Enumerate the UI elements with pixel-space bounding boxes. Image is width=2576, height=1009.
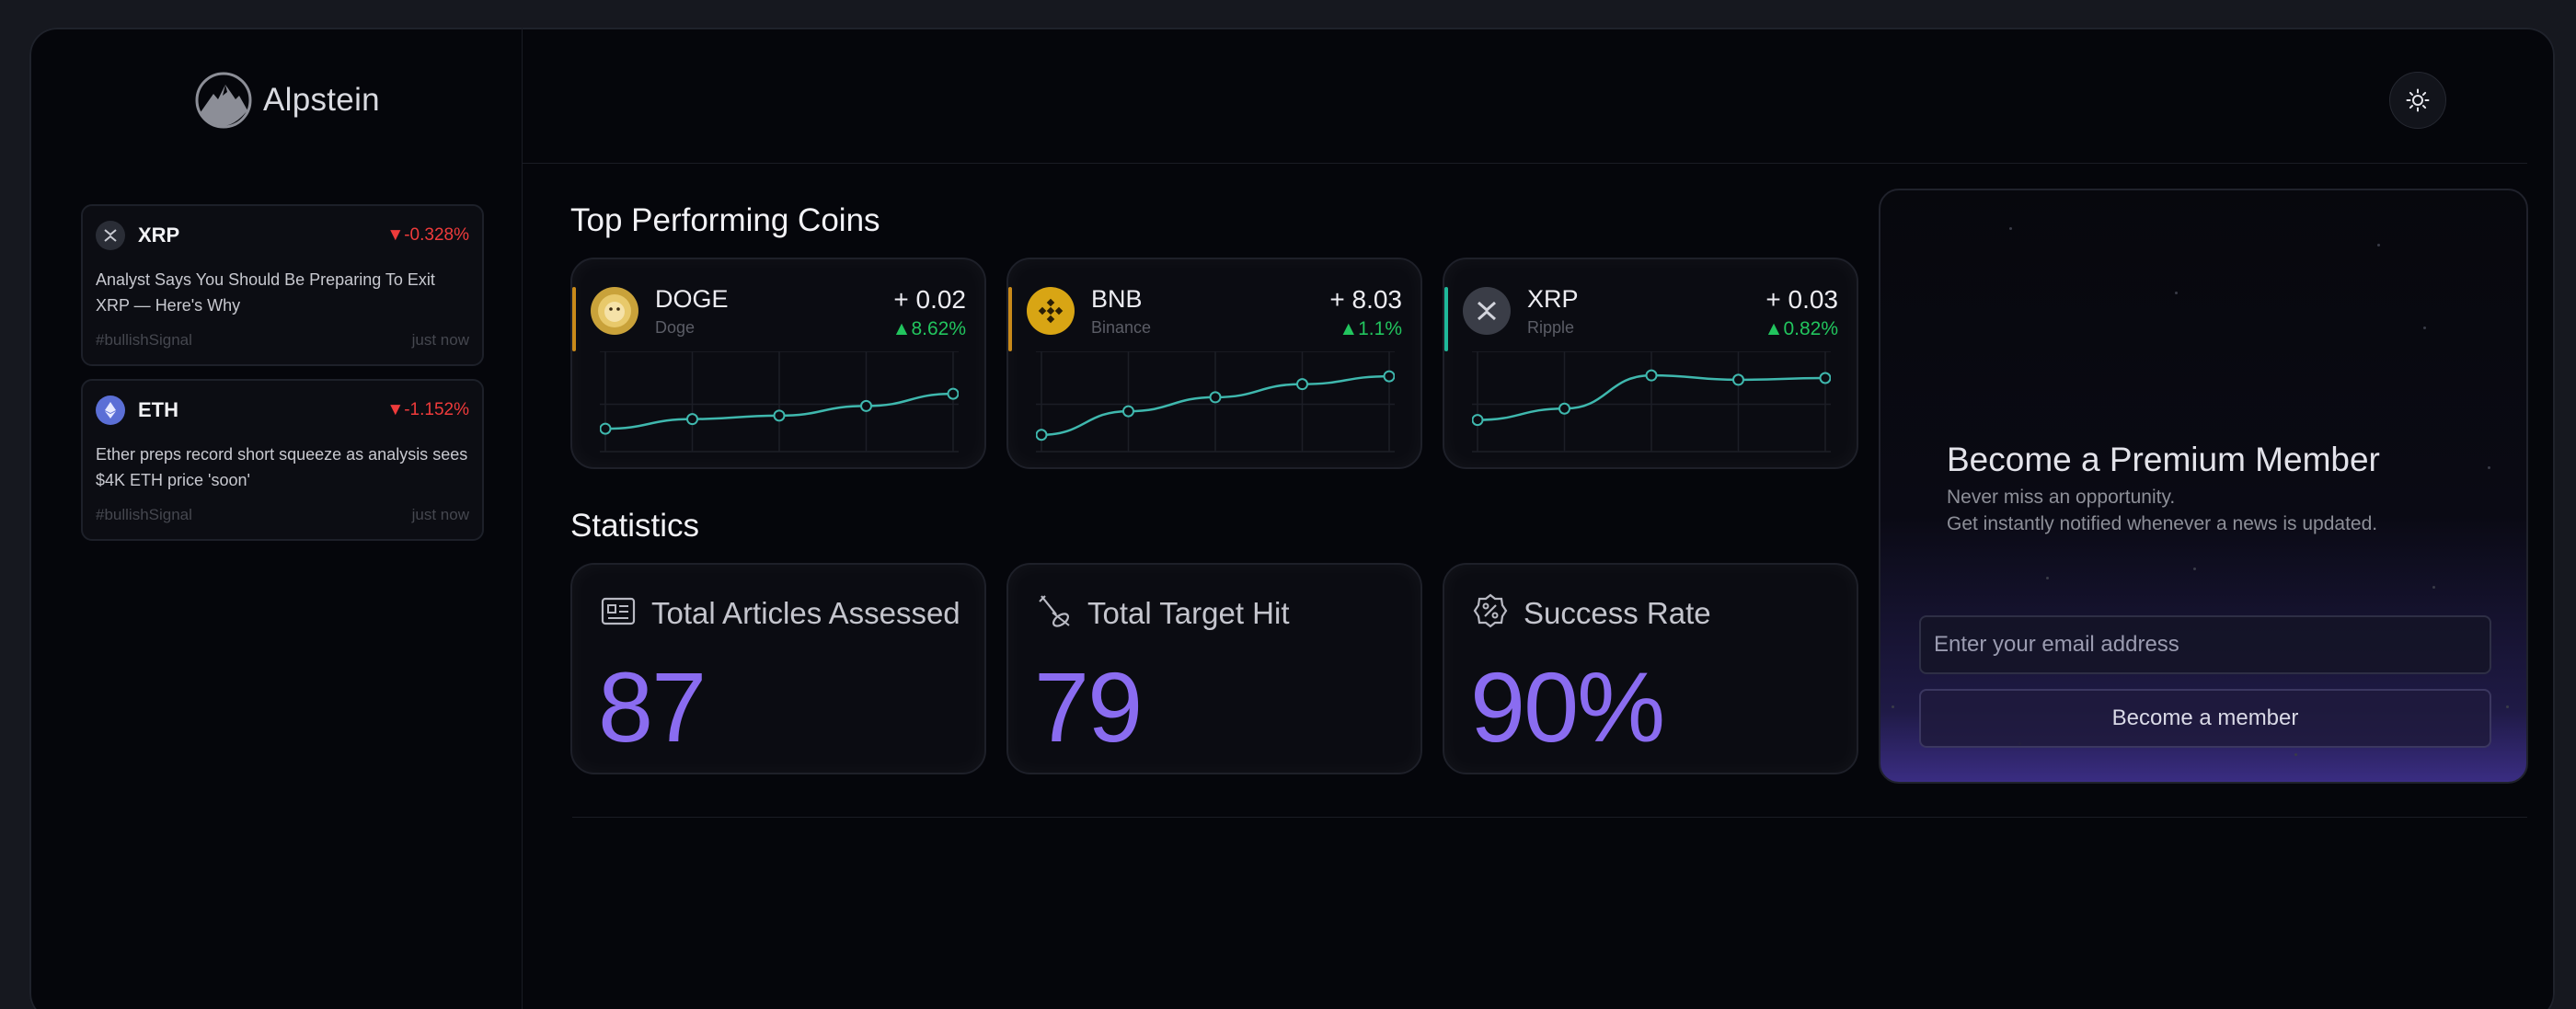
star-decoration bbox=[2488, 466, 2490, 469]
sparkline-chart bbox=[1472, 351, 1831, 453]
sun-icon bbox=[2406, 88, 2430, 112]
card-accent bbox=[572, 287, 576, 351]
news-time: just now bbox=[411, 506, 469, 523]
premium-subtitle: Get instantly notified whenever a news i… bbox=[1947, 513, 2378, 534]
theme-toggle-button[interactable] bbox=[2389, 72, 2446, 129]
news-tag[interactable]: #bullishSignal bbox=[96, 506, 192, 524]
star-decoration bbox=[2175, 292, 2178, 294]
coin-card-doge[interactable]: DOGE Doge + 0.02 ▲8.62% bbox=[570, 258, 986, 469]
mountain-logo-icon bbox=[195, 72, 252, 129]
news-headline: Ether preps record short squeeze as anal… bbox=[96, 445, 468, 489]
app-window: Alpstein XRP ▼-0.328% Analyst Says You S… bbox=[29, 28, 2555, 1009]
brand-name: Alpstein bbox=[263, 82, 380, 118]
stat-card-articles: Total Articles Assessed 87 bbox=[570, 563, 986, 774]
become-member-button[interactable]: Become a member bbox=[1919, 689, 2491, 748]
coin-delta: + 0.03 bbox=[1765, 285, 1838, 314]
sparkline-point bbox=[1472, 414, 1484, 427]
stat-label: Total Articles Assessed bbox=[651, 596, 960, 630]
news-time: just now bbox=[411, 331, 469, 349]
coin-delta: + 8.03 bbox=[1329, 285, 1402, 314]
stat-value: 87 bbox=[598, 651, 707, 762]
stat-card-success-rate: Success Rate 90% bbox=[1443, 563, 1858, 774]
premium-subtitle: Never miss an opportunity. bbox=[1947, 487, 2176, 508]
coin-percent: ▲1.1% bbox=[1339, 318, 1402, 339]
news-card[interactable]: XRP ▼-0.328% Analyst Says You Should Be … bbox=[81, 204, 484, 366]
sparkline-point bbox=[1209, 391, 1222, 404]
card-accent bbox=[1444, 287, 1448, 351]
top-coins-title: Top Performing Coins bbox=[570, 202, 880, 238]
news-tag[interactable]: #bullishSignal bbox=[96, 331, 192, 350]
coin-name: Doge bbox=[655, 318, 696, 337]
doge-icon bbox=[591, 287, 638, 335]
star-decoration bbox=[2423, 327, 2426, 329]
sparkline-point bbox=[1383, 370, 1395, 383]
news-change: ▼-1.152% bbox=[386, 400, 469, 419]
star-decoration bbox=[1892, 705, 1894, 708]
statistics-title: Statistics bbox=[570, 508, 700, 544]
coin-name: Binance bbox=[1091, 318, 1152, 337]
target-hit-icon bbox=[1039, 595, 1070, 627]
article-icon bbox=[601, 597, 636, 625]
star-decoration bbox=[2046, 577, 2049, 579]
eth-icon bbox=[96, 396, 125, 425]
premium-title: Become a Premium Member bbox=[1947, 441, 2380, 478]
sparkline-point bbox=[1296, 378, 1308, 391]
xrp-icon bbox=[96, 221, 125, 250]
bnb-icon bbox=[1027, 287, 1075, 335]
percent-badge-icon bbox=[1473, 593, 1508, 628]
sparkline-point bbox=[773, 409, 786, 422]
coin-delta: + 0.02 bbox=[893, 285, 966, 314]
coin-card-xrp[interactable]: XRP Ripple + 0.03 ▲0.82% bbox=[1443, 258, 1858, 469]
sparkline-chart bbox=[600, 351, 959, 453]
header-divider bbox=[523, 163, 2527, 164]
xrp-icon bbox=[1463, 287, 1511, 335]
stat-value: 79 bbox=[1034, 651, 1143, 762]
stat-label: Total Target Hit bbox=[1087, 596, 1290, 630]
sparkline-chart bbox=[1036, 351, 1395, 453]
star-decoration bbox=[2377, 244, 2380, 247]
sparkline-point bbox=[1819, 372, 1831, 384]
sparkline-point bbox=[1036, 429, 1048, 441]
coin-symbol: XRP bbox=[1527, 285, 1579, 313]
stat-card-target-hit: Total Target Hit 79 bbox=[1006, 563, 1422, 774]
sparkline-point bbox=[1122, 405, 1134, 418]
sparkline-point bbox=[686, 413, 698, 426]
sidebar: Alpstein XRP ▼-0.328% Analyst Says You S… bbox=[29, 28, 523, 1009]
stat-value: 90% bbox=[1470, 651, 1665, 762]
sparkline-point bbox=[1645, 369, 1658, 382]
stat-label: Success Rate bbox=[1524, 596, 1711, 630]
sparkline-point bbox=[1558, 402, 1570, 415]
star-decoration bbox=[2009, 227, 2012, 230]
news-symbol: XRP bbox=[138, 224, 180, 247]
coin-card-bnb[interactable]: BNB Binance + 8.03 ▲1.1% bbox=[1006, 258, 1422, 469]
content-divider bbox=[572, 817, 2527, 818]
news-change: ▼-0.328% bbox=[386, 225, 469, 245]
sparkline-point bbox=[600, 422, 612, 435]
email-input[interactable] bbox=[1919, 615, 2491, 674]
coin-name: Ripple bbox=[1527, 318, 1575, 337]
coin-percent: ▲8.62% bbox=[891, 318, 966, 339]
brand-logo[interactable]: Alpstein bbox=[195, 72, 380, 129]
news-headline: Analyst Says You Should Be Preparing To … bbox=[96, 270, 435, 315]
sparkline-point bbox=[1732, 373, 1744, 386]
star-decoration bbox=[2294, 753, 2297, 756]
premium-panel: Become a Premium Member Never miss an op… bbox=[1879, 189, 2528, 784]
news-card[interactable]: ETH ▼-1.152% Ether preps record short sq… bbox=[81, 379, 484, 541]
news-symbol: ETH bbox=[138, 398, 178, 421]
sparkline-point bbox=[860, 399, 872, 412]
star-decoration bbox=[2432, 586, 2435, 589]
coin-symbol: BNB bbox=[1091, 285, 1143, 313]
card-accent bbox=[1008, 287, 1012, 351]
sparkline-point bbox=[947, 387, 959, 400]
star-decoration bbox=[2193, 568, 2196, 570]
coin-percent: ▲0.82% bbox=[1764, 318, 1838, 339]
coin-symbol: DOGE bbox=[655, 285, 729, 313]
star-decoration bbox=[2506, 705, 2509, 708]
